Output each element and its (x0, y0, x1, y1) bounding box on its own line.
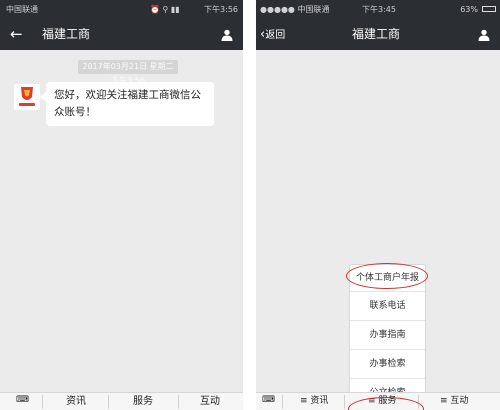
person-icon[interactable] (221, 29, 233, 41)
nav-bar: ← 福建工商 (0, 19, 243, 50)
menu-item-guide[interactable]: 办事指南 (350, 320, 425, 349)
avatar[interactable] (14, 84, 40, 110)
menu-service[interactable]: 服务 (133, 393, 153, 410)
nav-bar: ‹返回 福建工商 (256, 19, 500, 50)
menu-consult[interactable]: ≡ 资讯 (300, 393, 328, 410)
menu-interact[interactable]: ≡ 互动 (440, 393, 468, 410)
ios-screenshot: ●●●●● 中国联通 下午3:45 63% ‹返回 福建工商 个体工商户年报 联… (256, 0, 500, 410)
clock: 下午3:45 (362, 5, 396, 14)
menu-item-contact[interactable]: 联系电话 (350, 291, 425, 320)
carrier-label: ●●●●● 中国联通 (260, 5, 330, 14)
android-screenshot: 中国联通 ⏰ ⚲ ▮▮ 下午3:56 ← 福建工商 2017年03月21日 星期… (0, 0, 243, 410)
highlight-annual-report (346, 263, 428, 289)
menu-consult-label: 资讯 (310, 396, 329, 406)
divider (178, 395, 179, 409)
status-bar: ●●●●● 中国联通 下午3:45 63% (256, 0, 500, 19)
back-label: 返回 (265, 30, 286, 41)
back-arrow-icon[interactable]: ← (10, 19, 23, 50)
menu-interact[interactable]: 互动 (200, 393, 220, 410)
person-icon[interactable] (478, 29, 490, 41)
clock: 下午3:56 (204, 5, 238, 14)
fujian-gongshang-logo-icon (19, 87, 35, 106)
keyboard-toggle-icon[interactable]: ⌨ (262, 395, 275, 405)
menu-bar: ⌨ 资讯 服务 互动 (0, 392, 243, 410)
menu-item-search[interactable]: 办事检索 (350, 349, 425, 378)
menu-consult[interactable]: 资讯 (66, 393, 86, 410)
divider (282, 395, 283, 409)
menu-interact-label: 互动 (450, 396, 469, 406)
page-title: 福建工商 (42, 27, 91, 41)
page-title: 福建工商 (352, 27, 401, 41)
carrier-label: 中国联通 (6, 5, 38, 14)
battery-icon (482, 6, 496, 12)
keyboard-toggle-icon[interactable]: ⌨ (16, 395, 29, 405)
battery-level: 63% (460, 5, 478, 14)
message-timestamp: 2017年03月21日 星期二 下午3:56 (78, 60, 178, 85)
divider (344, 395, 345, 409)
back-button[interactable]: ‹返回 (260, 19, 285, 51)
divider (108, 395, 109, 409)
divider (42, 395, 43, 409)
status-bar: 中国联通 ⏰ ⚲ ▮▮ 下午3:56 (0, 0, 243, 19)
welcome-message: 您好，欢迎关注福建工商微信公众账号！ (40, 82, 214, 126)
status-icons: ⏰ ⚲ ▮▮ (150, 5, 180, 14)
